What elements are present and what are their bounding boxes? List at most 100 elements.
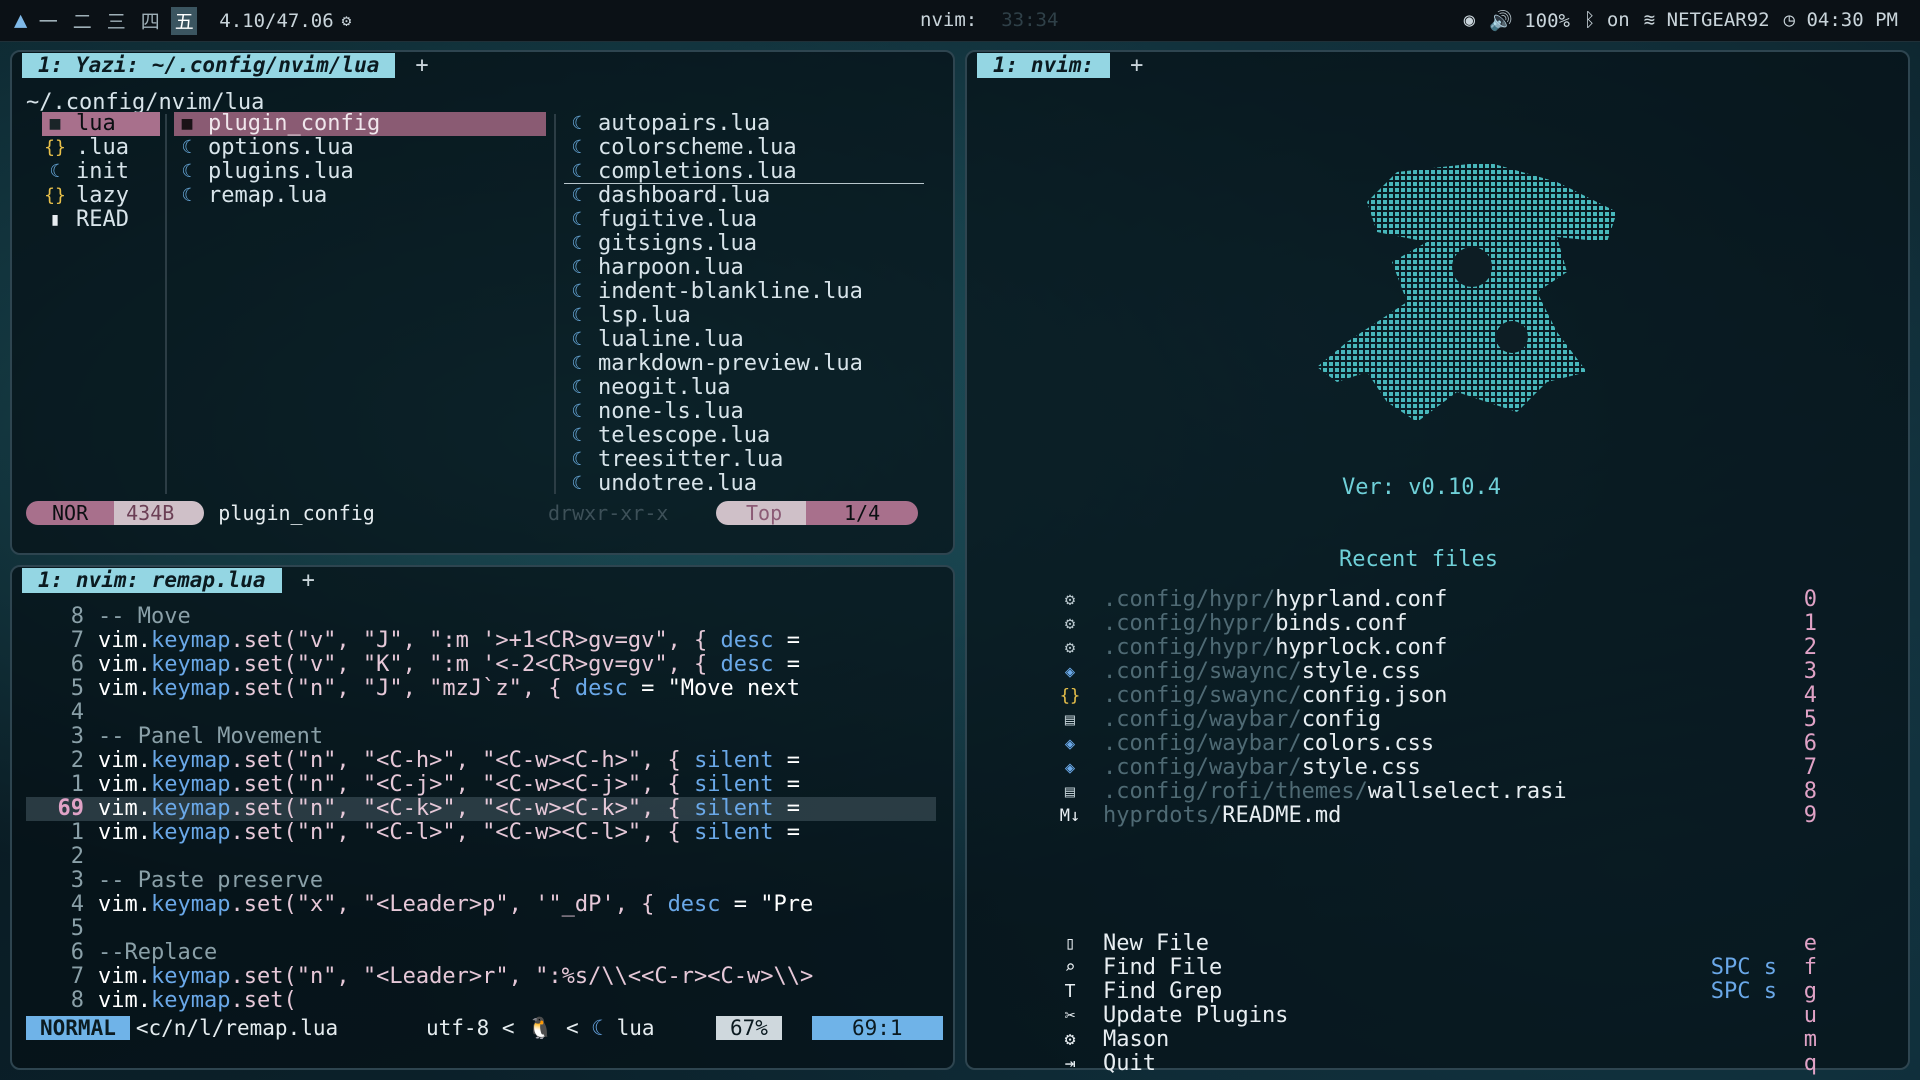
bluetooth-widget[interactable]: ᛒ on bbox=[1584, 9, 1630, 32]
current-item[interactable]: ☾ plugins.lua bbox=[174, 160, 546, 184]
nvim-editor-pane[interactable]: 1: nvim: remap.lua + 8 -- Move 7 vim. keymap… bbox=[10, 565, 955, 1070]
recent-file-item[interactable]: ▤ .config/rofi/themes/wallselect.rasi 8 bbox=[1057, 780, 1817, 804]
dashboard-action-mason[interactable]: ⚙ Mason m bbox=[1057, 1028, 1817, 1052]
arch-logo-icon[interactable]: ▲ bbox=[14, 8, 27, 33]
recent-file-item[interactable]: ⚙ .config/hypr/binds.conf 1 bbox=[1057, 612, 1817, 636]
code-text: vim. bbox=[98, 796, 151, 821]
preview-item[interactable]: ☾ none-ls.lua bbox=[564, 400, 924, 424]
preview-item[interactable]: ☾ neogit.lua bbox=[564, 376, 924, 400]
lua-icon: ☾ bbox=[571, 137, 583, 158]
recent-file-shortcut: 1 bbox=[1803, 611, 1817, 636]
recent-file-item[interactable]: ◈ .config/swaync/style.css 3 bbox=[1057, 660, 1817, 684]
code-line[interactable]: 1 vim. keymap .set("n", "<C-l>", "<C-w><C-l… bbox=[26, 821, 936, 845]
preview-item[interactable]: ☾ undotree.lua bbox=[564, 472, 924, 496]
code-line[interactable]: 4 bbox=[26, 701, 936, 725]
filetype: lua bbox=[616, 1015, 655, 1040]
volume-widget[interactable]: 🔊 100% bbox=[1489, 9, 1570, 32]
code-line[interactable]: 7 vim. keymap .set("v", "J", ":m '>+1<CR>gv… bbox=[26, 629, 936, 653]
current-item[interactable]: ☾ remap.lua bbox=[174, 184, 546, 208]
recent-file-item[interactable]: ⚙ .config/hypr/hyprlock.conf 2 bbox=[1057, 636, 1817, 660]
dashboard-tab[interactable]: 1: nvim: + bbox=[977, 52, 1143, 78]
code-line[interactable]: 2 bbox=[26, 845, 936, 869]
dashboard-action-update-plugins[interactable]: ✂ Update Plugins u bbox=[1057, 1004, 1817, 1028]
folder-icon: ■ bbox=[181, 113, 193, 134]
code-line[interactable]: 5 vim. keymap .set("n", "J", "mzJ`z", { des… bbox=[26, 677, 936, 701]
preview-item[interactable]: ☾ markdown-preview.lua bbox=[564, 352, 924, 376]
code-line[interactable]: 8 vim. keymap .set( bbox=[26, 989, 936, 1013]
line-number: 7 bbox=[70, 964, 84, 989]
preview-item[interactable]: ☾ gitsigns.lua bbox=[564, 232, 924, 256]
code-line[interactable]: 3 -- Panel Movement bbox=[26, 725, 936, 749]
code-line[interactable]: 1 vim. keymap .set("n", "<C-j>", "<C-w><C-j… bbox=[26, 773, 936, 797]
code-line[interactable]: 4 vim. keymap .set("x", "<Leader>p", '"_dP'… bbox=[26, 893, 936, 917]
code-area[interactable]: 8 -- Move 7 vim. keymap .set("v", "J", ":m '>… bbox=[26, 605, 936, 1013]
preview-item[interactable]: ☾ treesitter.lua bbox=[564, 448, 924, 472]
parent-item[interactable]: ▮ READ bbox=[42, 208, 160, 232]
workspace-2[interactable]: 二 bbox=[69, 7, 95, 35]
dashboard-action-find-file[interactable]: ⌕ Find File SPC s f bbox=[1057, 956, 1817, 980]
preview-item[interactable]: ☾ indent-blankline.lua bbox=[564, 280, 924, 304]
dashboard-action-new-file[interactable]: ▯ New File e bbox=[1057, 932, 1817, 956]
code-line[interactable]: 7 vim. keymap .set("n", "<Leader>r", ":%s/\… bbox=[26, 965, 936, 989]
parent-item[interactable]: ☾ init bbox=[42, 160, 160, 184]
kernel-version: 4.10/47.06 bbox=[219, 9, 334, 32]
new-tab-button[interactable]: + bbox=[1130, 53, 1143, 78]
recent-file-item[interactable]: ⚙ .config/hypr/hyprland.conf 0 bbox=[1057, 588, 1817, 612]
action-label: Find File bbox=[1103, 955, 1223, 980]
code-line[interactable]: 6 vim. keymap .set("v", "K", ":m '<-2<CR>gv… bbox=[26, 653, 936, 677]
dashboard-action-find-grep[interactable]: T Find Grep SPC s g bbox=[1057, 980, 1817, 1004]
recent-file-item[interactable]: M↓ hyprdots/README.md 9 bbox=[1057, 804, 1817, 828]
current-item[interactable]: ☾ options.lua bbox=[174, 136, 546, 160]
editor-tab[interactable]: 1: nvim: remap.lua + bbox=[22, 567, 315, 593]
preview-item[interactable]: ☾ autopairs.lua bbox=[564, 112, 924, 136]
code-text: vim. bbox=[98, 652, 151, 677]
clock-widget[interactable]: ◷ 04:30 PM bbox=[1784, 9, 1898, 32]
recent-file-item[interactable]: ◈ .config/waybar/colors.css 6 bbox=[1057, 732, 1817, 756]
new-tab-button[interactable]: + bbox=[302, 568, 315, 593]
parent-item[interactable]: {} .lua bbox=[42, 136, 160, 160]
yazi-pane[interactable]: 1: Yazi: ~/.config/nvim/lua + ~/.config/… bbox=[10, 50, 955, 555]
preview-item[interactable]: ☾ completions.lua bbox=[564, 158, 924, 184]
yazi-tab[interactable]: 1: Yazi: ~/.config/nvim/lua + bbox=[22, 52, 429, 78]
workspace-4[interactable]: 四 bbox=[137, 7, 163, 35]
code-line[interactable]: 3 -- Paste preserve bbox=[26, 869, 936, 893]
nvim-dashboard-pane[interactable]: 1: nvim: + Ver: v0.10.4 Recent files ⚙ .c… bbox=[965, 50, 1910, 1076]
wifi-widget[interactable]: ≋ NETGEAR92 bbox=[1644, 9, 1770, 32]
parent-item[interactable]: {} lazy bbox=[42, 184, 160, 208]
preview-item[interactable]: ☾ colorscheme.lua bbox=[564, 136, 924, 160]
code-line[interactable]: 8 -- Move bbox=[26, 605, 936, 629]
recent-file-item[interactable]: ▤ .config/waybar/config 5 bbox=[1057, 708, 1817, 732]
code-text: .set("v", "K", ":m '<-2<CR>gv=gv", { bbox=[230, 652, 721, 677]
workspace-5[interactable]: 五 bbox=[171, 6, 198, 35]
preview-item[interactable]: ☾ lsp.lua bbox=[564, 304, 924, 328]
line-number: 1 bbox=[70, 820, 84, 845]
recent-file-item[interactable]: ◈ .config/waybar/style.css 7 bbox=[1057, 756, 1817, 780]
preview-item[interactable]: ☾ telescope.lua bbox=[564, 424, 924, 448]
code-line[interactable]: 69 vim. keymap .set("n", "<C-k>", "<C-w><C-… bbox=[26, 797, 936, 821]
new-tab-button[interactable]: + bbox=[415, 53, 428, 78]
item-name: completions.lua bbox=[598, 158, 797, 184]
code-line[interactable]: 5 bbox=[26, 917, 936, 941]
preview-item[interactable]: ☾ harpoon.lua bbox=[564, 256, 924, 280]
preview-item[interactable]: ☾ fugitive.lua bbox=[564, 208, 924, 232]
braces-icon: {} bbox=[44, 137, 66, 158]
workspace-3[interactable]: 三 bbox=[103, 7, 129, 35]
recent-file-shortcut: 0 bbox=[1803, 587, 1817, 612]
workspace-1[interactable]: 一 bbox=[35, 7, 61, 35]
settings-icon[interactable]: ⚙ bbox=[342, 11, 352, 30]
recent-file-name: README.md bbox=[1222, 803, 1342, 828]
recent-file-shortcut: 9 bbox=[1803, 803, 1817, 828]
current-item[interactable]: ■ plugin_config bbox=[174, 112, 546, 136]
recent-file-item[interactable]: {} .config/swaync/config.json 4 bbox=[1057, 684, 1817, 708]
dashboard-action-quit[interactable]: ⇥ Quit q bbox=[1057, 1052, 1817, 1076]
parent-item[interactable]: ■ lua bbox=[42, 112, 160, 136]
item-name: plugins.lua bbox=[208, 159, 354, 184]
code-line[interactable]: 2 vim. keymap .set("n", "<C-h>", "<C-w><C-h… bbox=[26, 749, 936, 773]
code-key: silent bbox=[694, 820, 774, 845]
preview-item[interactable]: ☾ lualine.lua bbox=[564, 328, 924, 352]
folder-icon: ■ bbox=[49, 113, 61, 134]
code-line[interactable]: 6 --Replace bbox=[26, 941, 936, 965]
recent-file-dir: .config/rofi/themes/ bbox=[1103, 779, 1368, 804]
preview-item[interactable]: ☾ dashboard.lua bbox=[564, 184, 924, 208]
eye-icon[interactable]: ◉ bbox=[1464, 9, 1475, 32]
